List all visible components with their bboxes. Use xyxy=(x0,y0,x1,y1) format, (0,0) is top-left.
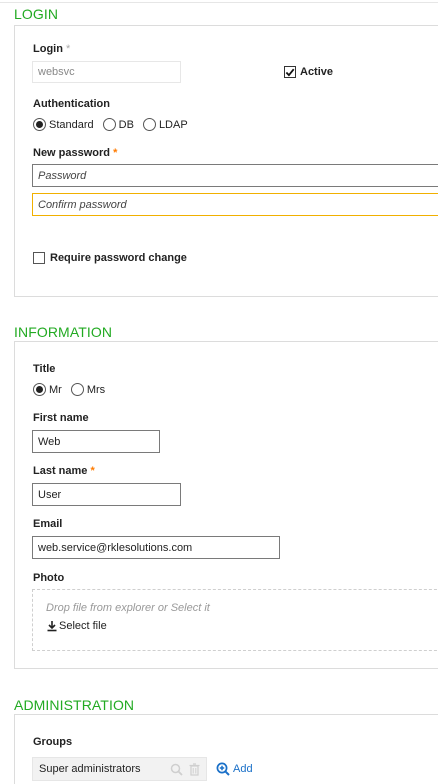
email-label: Email xyxy=(33,518,63,530)
login-label: Login * xyxy=(33,43,70,55)
download-icon xyxy=(47,621,57,632)
top-rule xyxy=(0,2,438,3)
authentication-radio-group: Standard DB LDAP xyxy=(33,118,197,131)
first-name-input[interactable]: Web xyxy=(32,430,160,453)
title-option-mrs-label: Mrs xyxy=(86,383,106,396)
password-input[interactable]: Password xyxy=(32,164,438,187)
auth-option-standard-label: Standard xyxy=(49,118,94,131)
new-password-label-text: New password xyxy=(33,147,111,159)
administration-section-title: ADMINISTRATION xyxy=(14,697,135,713)
login-section-title: LOGIN xyxy=(14,6,59,22)
title-option-mr[interactable]: Mr xyxy=(33,383,62,396)
search-icon[interactable] xyxy=(170,763,183,776)
auth-option-ldap-label: LDAP xyxy=(158,118,188,131)
select-file-link[interactable]: Select file xyxy=(46,620,107,632)
authentication-label: Authentication xyxy=(33,98,110,110)
login-field[interactable]: websvc xyxy=(32,61,181,83)
checkmark-icon xyxy=(285,68,295,77)
last-name-label-text: Last name xyxy=(33,465,88,477)
auth-option-standard[interactable]: Standard xyxy=(33,118,94,131)
auth-option-db[interactable]: DB xyxy=(102,118,134,131)
radio-standard[interactable] xyxy=(33,118,46,131)
login-required-star: * xyxy=(66,43,71,55)
last-name-required-star: * xyxy=(90,465,95,477)
group-tag: Super administrators xyxy=(32,757,207,781)
radio-ldap[interactable] xyxy=(142,118,156,131)
drop-hint-text: Drop file from explorer or Select it xyxy=(46,602,210,614)
active-checkbox[interactable] xyxy=(284,66,296,78)
require-password-change-label: Require password change xyxy=(50,252,187,264)
photo-label: Photo xyxy=(33,572,65,584)
trash-icon[interactable] xyxy=(189,763,200,776)
title-label: Title xyxy=(33,363,56,375)
radio-mrs[interactable] xyxy=(70,383,84,396)
groups-label: Groups xyxy=(33,736,73,748)
add-group-label: Add xyxy=(233,763,253,775)
new-password-required-star: * xyxy=(113,147,118,159)
add-group-link[interactable]: Add xyxy=(216,762,253,776)
title-option-mrs[interactable]: Mrs xyxy=(70,383,106,396)
auth-option-ldap[interactable]: LDAP xyxy=(142,118,188,131)
auth-option-db-label: DB xyxy=(118,118,134,131)
active-label: Active xyxy=(300,66,334,78)
radio-mr[interactable] xyxy=(33,383,46,396)
zoom-in-icon xyxy=(216,762,230,776)
email-input[interactable]: web.service@rklesolutions.com xyxy=(32,536,280,559)
new-password-label: New password * xyxy=(33,147,117,159)
confirm-password-input[interactable]: Confirm password xyxy=(32,193,438,216)
group-tag-label: Super administrators xyxy=(39,763,141,775)
first-name-label: First name xyxy=(33,412,89,424)
login-label-text: Login xyxy=(33,43,63,55)
information-section-title: INFORMATION xyxy=(14,324,113,340)
title-radio-group: Mr Mrs xyxy=(33,383,114,396)
last-name-input[interactable]: User xyxy=(32,483,181,506)
radio-db[interactable] xyxy=(102,118,116,131)
last-name-label: Last name * xyxy=(33,465,95,477)
select-file-label: Select file xyxy=(59,620,107,632)
title-option-mr-label: Mr xyxy=(49,383,62,396)
require-password-change-checkbox[interactable] xyxy=(33,252,45,264)
